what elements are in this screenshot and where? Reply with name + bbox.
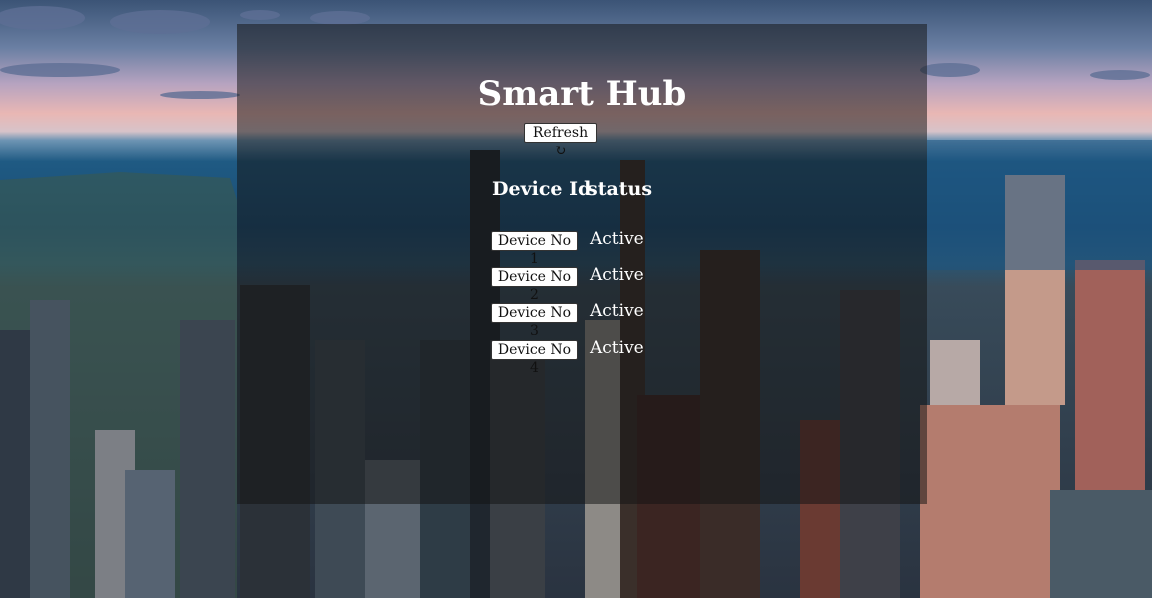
refresh-label: Refresh	[532, 125, 589, 141]
smart-hub-panel: Smart Hub Refresh ↻ Device Id status Dev…	[237, 24, 927, 504]
device-status-2: Active	[590, 265, 644, 285]
refresh-icon: ↻	[554, 143, 567, 159]
column-header-status: status	[587, 178, 653, 200]
device-status-1: Active	[590, 229, 644, 249]
device-status-3: Active	[590, 301, 644, 321]
refresh-button[interactable]: Refresh ↻	[524, 123, 597, 159]
page-title: Smart Hub	[477, 74, 687, 114]
column-header-device-id: Device Id	[492, 178, 592, 200]
device-button-2[interactable]: Device No 2	[491, 267, 578, 303]
device-button-3[interactable]: Device No 3	[491, 303, 578, 339]
device-button-4[interactable]: Device No 4	[491, 340, 578, 376]
device-status-4: Active	[590, 338, 644, 358]
device-button-1[interactable]: Device No 1	[491, 231, 578, 267]
